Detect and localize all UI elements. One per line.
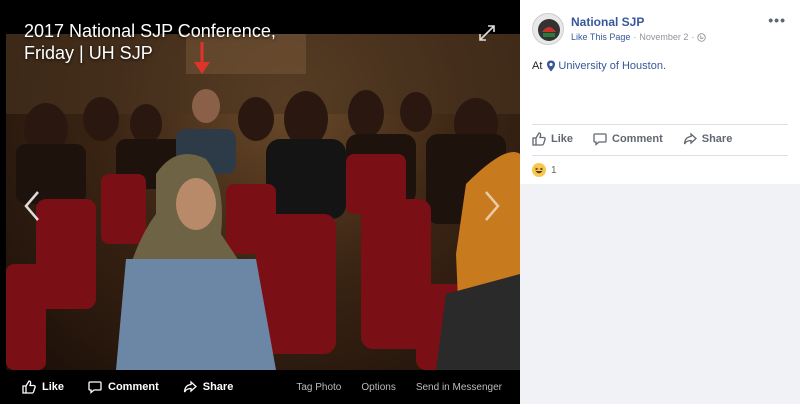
meta-separator-2: · [691, 32, 695, 42]
divider-top [532, 124, 788, 125]
location-link[interactable]: University of Houston. [558, 60, 666, 72]
photo-comment-label: Comment [108, 381, 159, 393]
post-like-label: Like [551, 133, 574, 145]
conference-photo[interactable] [6, 34, 520, 370]
send-in-messenger-link[interactable]: Send in Messenger [416, 382, 502, 393]
photo-share-label: Share [202, 381, 234, 393]
reactions-summary[interactable]: 1 [532, 163, 557, 177]
post-side-panel: National SJP Like This Page · November 2… [520, 0, 800, 404]
next-photo-arrow-icon[interactable] [482, 190, 502, 222]
photo-like-label: Like [42, 381, 65, 393]
like-this-page-link[interactable]: Like This Page [571, 32, 630, 42]
options-link[interactable]: Options [361, 382, 395, 393]
expand-icon[interactable] [478, 24, 496, 42]
post-meta: Like This Page · November 2 · [571, 32, 707, 42]
photo-viewer: 2017 National SJP Conference, Friday | U… [0, 0, 520, 404]
globe-icon[interactable] [697, 32, 707, 42]
photo-title: 2017 National SJP Conference, Friday | U… [24, 21, 276, 63]
page-avatar[interactable] [532, 13, 564, 45]
map-pin-icon [547, 60, 556, 72]
post-comment-button[interactable]: Comment [593, 132, 663, 146]
reaction-count: 1 [551, 164, 557, 176]
post-date[interactable]: November 2 [639, 32, 688, 42]
haha-reaction-icon [532, 163, 546, 177]
share-icon [683, 132, 697, 145]
photo-comment-button[interactable]: Comment [88, 380, 159, 394]
location-prefix: At [532, 60, 543, 72]
meta-separator: · [633, 32, 637, 42]
previous-photo-arrow-icon[interactable] [22, 190, 42, 222]
post-comment-label: Comment [612, 133, 663, 145]
photo-share-button[interactable]: Share [183, 380, 234, 394]
more-options-icon[interactable]: ••• [768, 12, 786, 28]
thumbs-up-icon [532, 132, 546, 146]
comments-area [520, 184, 800, 404]
post-share-label: Share [701, 133, 733, 145]
comment-icon [88, 381, 102, 394]
location-line: At University of Houston. [532, 60, 666, 72]
tag-photo-link[interactable]: Tag Photo [296, 382, 341, 393]
post-actions: Like Comment Share [532, 128, 788, 150]
photo-like-button[interactable]: Like [22, 380, 64, 394]
post-like-button[interactable]: Like [532, 132, 573, 146]
photo-action-bar: Like Comment Share Tag Photo Options Sen… [0, 370, 520, 404]
page-name-link[interactable]: National SJP [571, 15, 644, 29]
thumbs-up-icon [22, 380, 36, 394]
comment-icon [593, 133, 607, 146]
share-icon [183, 380, 197, 393]
divider-bottom [532, 155, 788, 156]
post-share-button[interactable]: Share [683, 132, 733, 146]
